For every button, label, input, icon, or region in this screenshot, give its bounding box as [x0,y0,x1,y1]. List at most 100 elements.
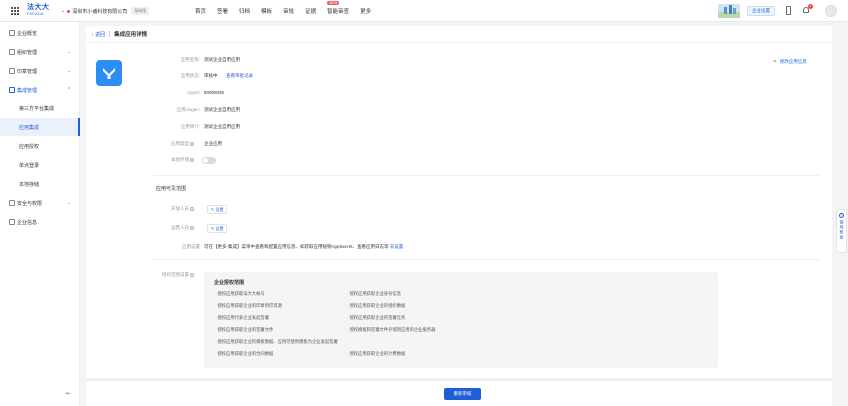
auth-item: 授权应用获取企业的签署文件 [214,327,273,333]
sidebar-subitem-app-integration[interactable]: 应用集成 [0,118,80,136]
app-type-value: 企业应用 [204,141,222,146]
chevron-up-icon: ⌃ [67,87,72,93]
auth-item: 授权应用获取企业的签署任务 [346,315,405,321]
operators-label: 运营人员 [134,225,194,231]
auth-item: 授权应用获取法大大帐号 [214,291,264,297]
intro-value: 测试企业自用应用 [204,124,240,129]
nav-approval[interactable]: 审批 [283,7,294,15]
app-settings-label: 应用设置 [182,244,200,249]
help-text: 使用帮助 [839,220,845,240]
appid-value: 80000035 [204,90,225,95]
edit-icon: ✎ [211,226,215,231]
auth-item: 授权应用获取企业身份信息 [346,291,401,297]
info-icon [190,157,194,162]
nav-archive[interactable]: 归档 [239,7,250,15]
appid-label: AppId: [186,90,200,95]
chevron-down-icon: ⌄ [67,49,72,55]
auth-scope-box: 企业授权范围 授权应用获取法大大帐号 授权应用获取企业的印章用印资源 授权应用代… [204,272,718,368]
bell-icon[interactable]: 2 [803,4,813,14]
breadcrumb: ‹ 返回 集成应用详情 [92,30,147,38]
go-settings-link[interactable]: 去设置 [390,244,404,249]
new-tag: NEW [327,1,340,5]
app-type-label: 应用类型 [134,141,194,147]
brand-logo[interactable]: 法大大 FADADA [27,4,51,18]
developers-set-button[interactable]: ✎ 设置 [207,205,228,214]
home-icon [9,30,15,36]
info-icon [190,272,194,277]
user-avatar[interactable] [825,5,837,17]
promo-banner-icon[interactable] [718,4,740,18]
app-status-label: 应用状态: [180,73,200,78]
sidebar-subitem-local-storage[interactable]: 本地存储 [0,175,80,193]
info-icon [9,219,15,225]
sidebar-subitem-sso[interactable]: 单点登录 [0,156,80,174]
intro-label: 应用简介: [180,124,200,129]
company-name: 深圳市小诸科技有限公司 [72,8,128,15]
company-switcher[interactable]: ⌄ 深圳市小诸科技有限公司 基础版 [61,7,150,15]
info-icon [190,225,194,230]
auth-item: 授权应用获取企业的组织数据 [346,303,405,309]
nav-sign[interactable]: 签署 [217,7,228,15]
chevron-down-icon: ⌄ [61,8,66,14]
edit-icon: ✎ [211,207,215,212]
main-panel: ‹ 返回 集成应用详情 ✎ 修改应用信息 应用名称: 测试企业自用应用 应用状态… [86,26,832,378]
mobile-icon[interactable] [786,6,791,15]
auth-scope-box-title: 企业授权范围 [214,280,245,286]
info-icon [190,206,194,211]
resubmit-review-button[interactable]: 重新审核 [444,388,481,400]
sidebar-item-integration[interactable]: 集成管理 ⌃ [0,81,80,99]
sidebar-subitem-app-auth[interactable]: 应用授权 [0,137,80,155]
nav-evidence[interactable]: 证据 [305,7,316,15]
app-settings-text: 可在【更多-集成】菜单中查看和配置应用信息、如获取应用秘钥AppSecret、查… [204,244,404,249]
sidebar-item-seal[interactable]: 印章管理 ⌄ [0,62,80,80]
enterprise-settings-button[interactable]: 企业设置 [747,6,775,16]
bottom-action-bar: 重新审核 [86,380,832,406]
integration-icon [9,87,15,93]
notification-count: 2 [808,4,813,9]
auth-scope-label: 授权范围设置 [134,272,194,278]
nav-template[interactable]: 模板 [261,7,272,15]
help-icon: ? [839,213,844,218]
info-icon [190,141,194,146]
security-icon [9,200,15,206]
visible-range-title: 应用可见范围 [156,186,187,192]
developers-label: 开放人员 [134,206,194,212]
sidebar-item-company-info[interactable]: 企业信息 [0,213,80,231]
help-tab[interactable]: ? 使用帮助 [836,209,847,253]
back-link[interactable]: ‹ 返回 [92,31,105,38]
page-title: 集成应用详情 [114,32,148,38]
collapse-sidebar-icon[interactable]: ⇤ [66,390,71,397]
sidebar-subitem-third-party[interactable]: 第三方平台集成 [0,99,80,117]
status-dot-icon [67,9,71,13]
plan-badge: 基础版 [131,7,150,15]
sidebar-item-security[interactable]: 安全与权限 ⌄ [0,194,80,212]
seal-icon [9,68,15,74]
app-logo-icon [96,60,122,86]
auth-item: 授权应用获取企业的计费数据 [346,351,405,357]
edit-app-info-link[interactable]: ✎ 修改应用信息 [773,59,807,65]
app-name-value: 测试企业自用应用 [204,57,240,62]
app-grid-icon[interactable] [11,7,19,15]
top-bar: 法大大 FADADA ⌄ 深圳市小诸科技有限公司 基础版 首页 签署 归档 模板… [0,0,848,22]
nav-smart-review[interactable]: NEW 智能审查 [327,1,349,15]
local-storage-label: 本地存储 [134,157,194,163]
auth-item: 授权应用获取企业的模板数据、应用可使用模板为企业发起签署 [214,339,337,345]
auth-item: 授权模板和签署文件存储到应用的企业服务器 [346,327,435,333]
auth-item: 授权应用获取企业的印章用印资源 [214,303,281,309]
local-storage-toggle[interactable] [202,157,216,164]
sidebar-item-org[interactable]: 组织管理 ⌄ [0,43,80,61]
sidebar: 企业概览 组织管理 ⌄ 印章管理 ⌄ 集成管理 ⌃ 第三方平台集成 应用集成 应… [0,22,80,406]
auth-item: 授权应用获取企业的合同数据 [214,351,273,357]
edit-icon: ✎ [773,59,777,64]
top-nav: 首页 签署 归档 模板 审批 证据 NEW 智能审查 更多 [195,1,371,15]
nav-more[interactable]: 更多 [360,7,371,15]
auth-item: 授权应用代表企业发起签署 [214,315,269,321]
approval-record-link[interactable]: 查看审批记录 [226,73,253,79]
sidebar-item-overview[interactable]: 企业概览 [0,24,80,42]
nav-home[interactable]: 首页 [195,7,206,15]
slogan-label: 应用slogan: [176,107,200,112]
app-status-value: 审核中 [204,73,218,78]
org-icon [9,49,15,55]
operators-set-button[interactable]: ✎ 设置 [207,224,228,233]
app-name-label: 应用名称: [180,57,200,62]
